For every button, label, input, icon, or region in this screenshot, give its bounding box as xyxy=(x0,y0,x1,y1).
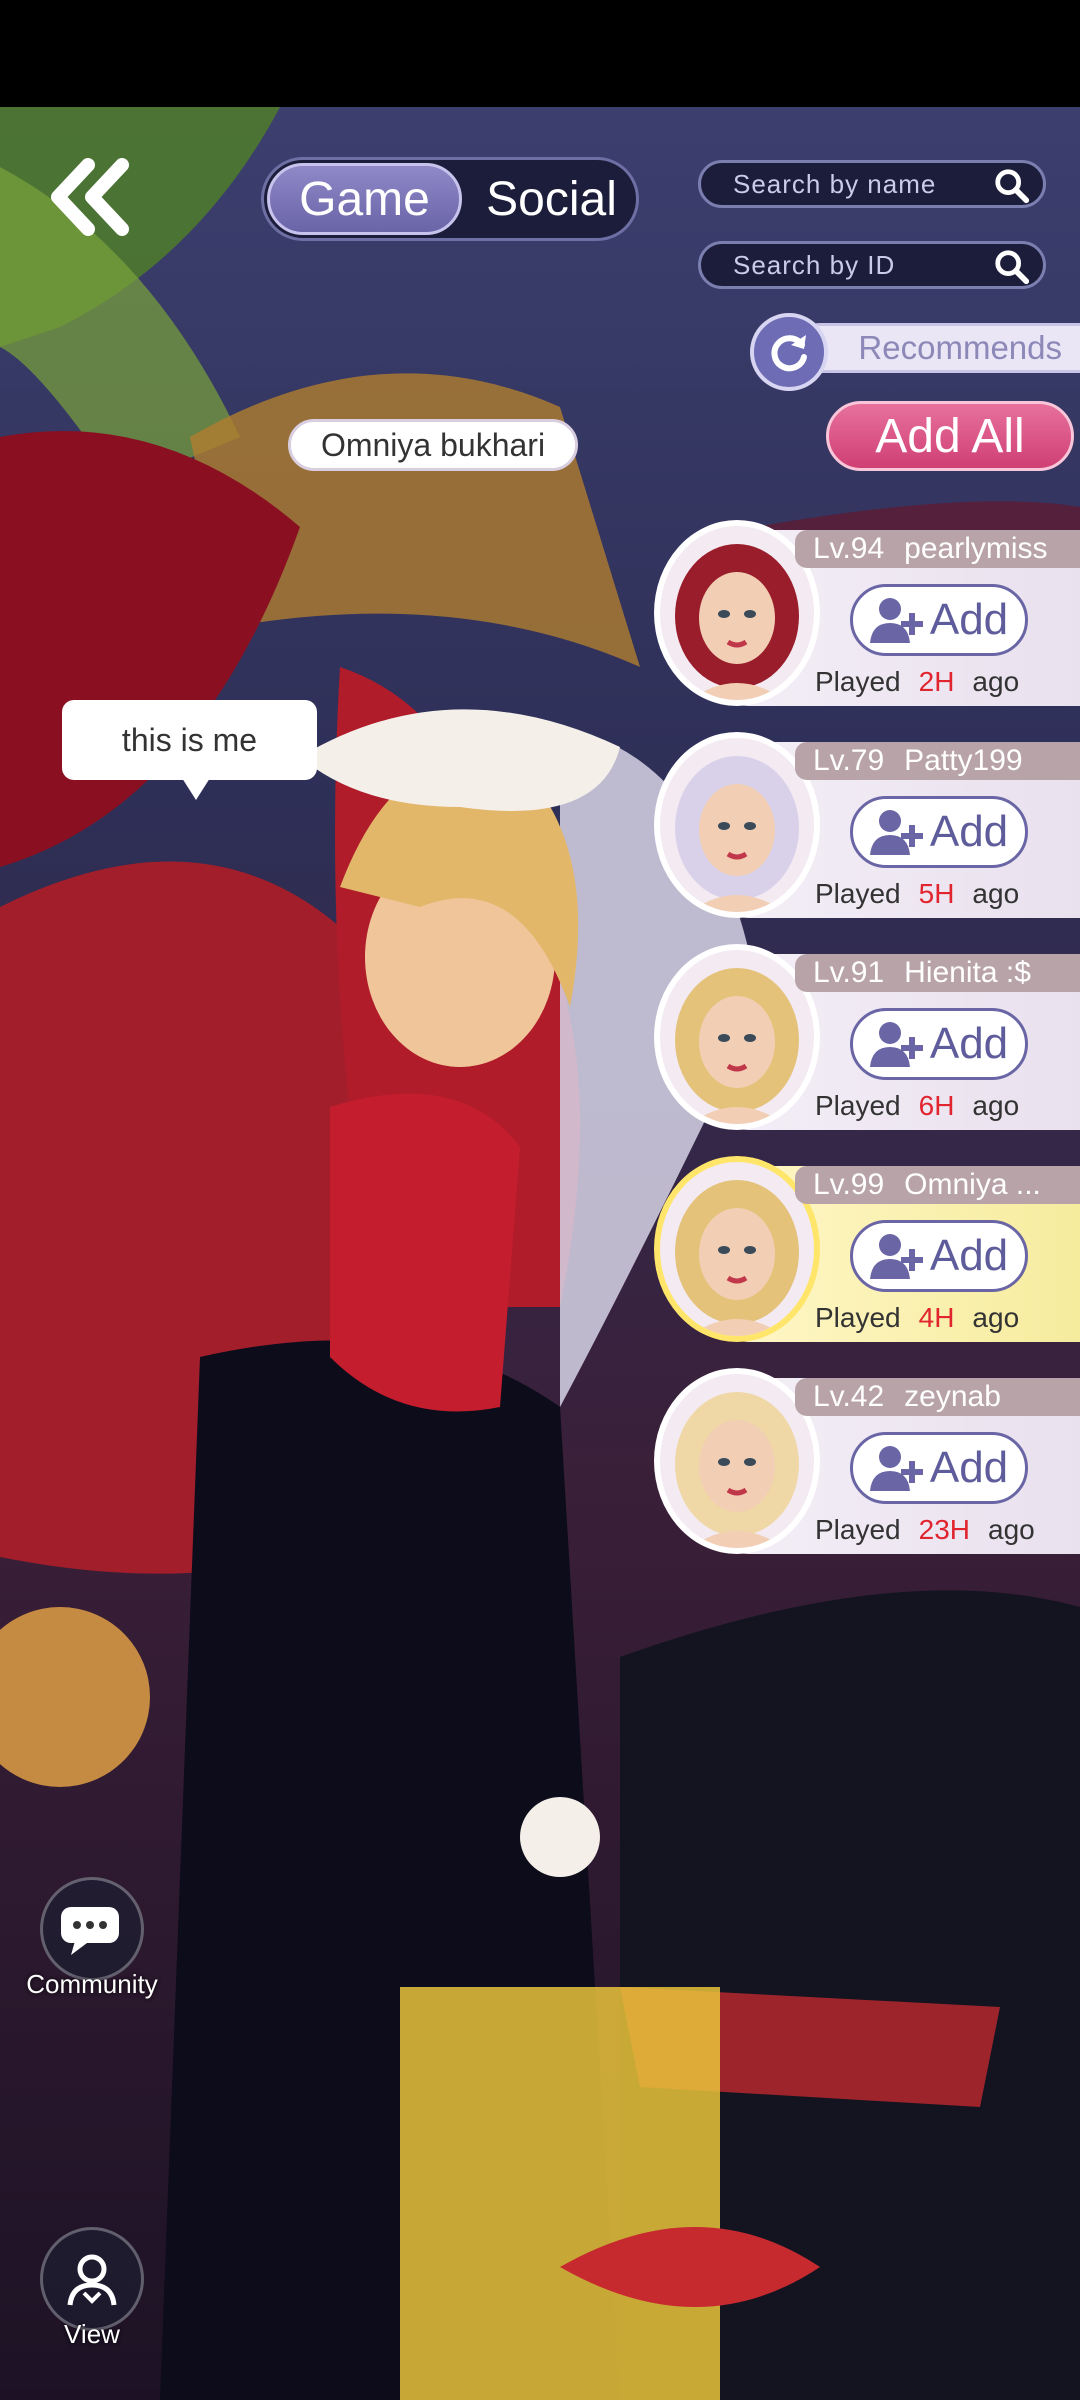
add-user-icon xyxy=(869,1234,923,1279)
speech-text: this is me xyxy=(121,721,258,758)
search-by-id-field[interactable]: Search by ID xyxy=(698,241,1046,289)
level-name-tag: Lv.42 zeynab xyxy=(795,1378,1080,1416)
played-label: Played xyxy=(815,878,901,909)
search-icon[interactable] xyxy=(993,167,1031,205)
speech-bubble: this is me xyxy=(62,700,317,800)
played-hours: 6H xyxy=(918,1090,955,1121)
search-by-name-field[interactable]: Search by name xyxy=(698,160,1046,208)
played-label: Played xyxy=(815,1090,901,1121)
game-scene: Game Social Search by name Search by ID … xyxy=(0,107,1080,2400)
refresh-icon[interactable] xyxy=(750,313,828,391)
friend-level: Lv.99 xyxy=(813,1168,885,1201)
add-user-icon xyxy=(869,1022,923,1067)
friend-name: Omniya ... xyxy=(904,1168,1041,1201)
last-played: Played 2H ago xyxy=(815,666,1019,698)
friend-card[interactable]: Lv.91 Hienita :$ Add Played 6H ago xyxy=(650,944,1080,1130)
ago-label: ago xyxy=(972,1090,1020,1121)
add-friend-button[interactable]: Add xyxy=(850,1432,1028,1504)
add-user-icon xyxy=(869,1446,923,1491)
add-label: Add xyxy=(929,1443,1009,1492)
add-label: Add xyxy=(929,807,1009,856)
double-chevron-left-icon xyxy=(51,158,129,236)
community-button[interactable]: Community xyxy=(22,1877,162,2000)
played-hours: 5H xyxy=(918,878,955,909)
add-label: Add xyxy=(929,1231,1009,1280)
played-label: Played xyxy=(815,1302,901,1333)
community-label: Community xyxy=(26,1969,158,1999)
recommends-label: Recommends xyxy=(795,323,1080,373)
add-user-icon xyxy=(869,810,923,855)
recommends-button[interactable]: Recommends xyxy=(750,313,1080,391)
add-friend-button[interactable]: Add xyxy=(850,1220,1028,1292)
search-name-placeholder: Search by name xyxy=(733,168,937,199)
last-played: Played 5H ago xyxy=(815,878,1019,910)
friend-card[interactable]: Lv.42 zeynab Add Played 23H ago xyxy=(650,1368,1080,1554)
add-friend-button[interactable]: Add xyxy=(850,584,1028,656)
add-label: Add xyxy=(929,595,1009,644)
friend-level: Lv.79 xyxy=(813,744,885,777)
tab-social[interactable]: Social xyxy=(469,163,634,235)
ago-label: ago xyxy=(972,1302,1020,1333)
person-view-icon xyxy=(40,2227,144,2331)
ago-label: ago xyxy=(972,878,1020,909)
add-friend-button[interactable]: Add xyxy=(850,1008,1028,1080)
last-played: Played 4H ago xyxy=(815,1302,1019,1334)
view-label: View xyxy=(64,2319,120,2349)
add-all-button[interactable]: Add All xyxy=(826,401,1074,471)
friend-name: Patty199 xyxy=(904,744,1023,777)
played-label: Played xyxy=(815,666,901,697)
add-friend-button[interactable]: Add xyxy=(850,796,1028,868)
level-name-tag: Lv.94 pearlymiss xyxy=(795,530,1080,568)
search-icon[interactable] xyxy=(993,248,1031,286)
friend-level: Lv.42 xyxy=(813,1380,885,1413)
add-label: Add xyxy=(929,1019,1009,1068)
character-name-label: Omniya bukhari xyxy=(288,419,578,471)
friend-name: pearlymiss xyxy=(904,532,1048,565)
level-name-tag: Lv.79 Patty199 xyxy=(795,742,1080,780)
level-name-tag: Lv.91 Hienita :$ xyxy=(795,954,1080,992)
friend-level: Lv.91 xyxy=(813,956,885,989)
tab-game[interactable]: Game xyxy=(267,163,462,235)
friend-card[interactable]: Lv.79 Patty199 Add Played 5H ago xyxy=(650,732,1080,918)
played-hours: 2H xyxy=(918,666,955,697)
level-name-tag: Lv.99 Omniya ... xyxy=(795,1166,1080,1204)
last-played: Played 23H ago xyxy=(815,1514,1035,1546)
friend-name: Hienita :$ xyxy=(904,956,1031,989)
ago-label: ago xyxy=(988,1514,1035,1545)
add-user-icon xyxy=(869,598,923,643)
friend-name: zeynab xyxy=(904,1380,1001,1413)
search-id-placeholder: Search by ID xyxy=(733,249,896,280)
ago-label: ago xyxy=(972,666,1020,697)
back-button[interactable] xyxy=(40,147,140,247)
played-hours: 4H xyxy=(918,1302,955,1333)
last-played: Played 6H ago xyxy=(815,1090,1019,1122)
played-hours: 23H xyxy=(918,1514,970,1545)
friend-card[interactable]: Lv.94 pearlymiss Add Played 2H ago xyxy=(650,520,1080,706)
mode-toggle: Game Social xyxy=(261,157,639,241)
played-label: Played xyxy=(815,1514,901,1545)
friend-level: Lv.94 xyxy=(813,532,885,565)
friend-card[interactable]: Lv.99 Omniya ... Add Played 4H ago xyxy=(650,1156,1080,1342)
view-button[interactable]: View xyxy=(22,2227,162,2350)
chat-bubbles-icon xyxy=(40,1877,144,1981)
status-bar xyxy=(0,0,1080,107)
